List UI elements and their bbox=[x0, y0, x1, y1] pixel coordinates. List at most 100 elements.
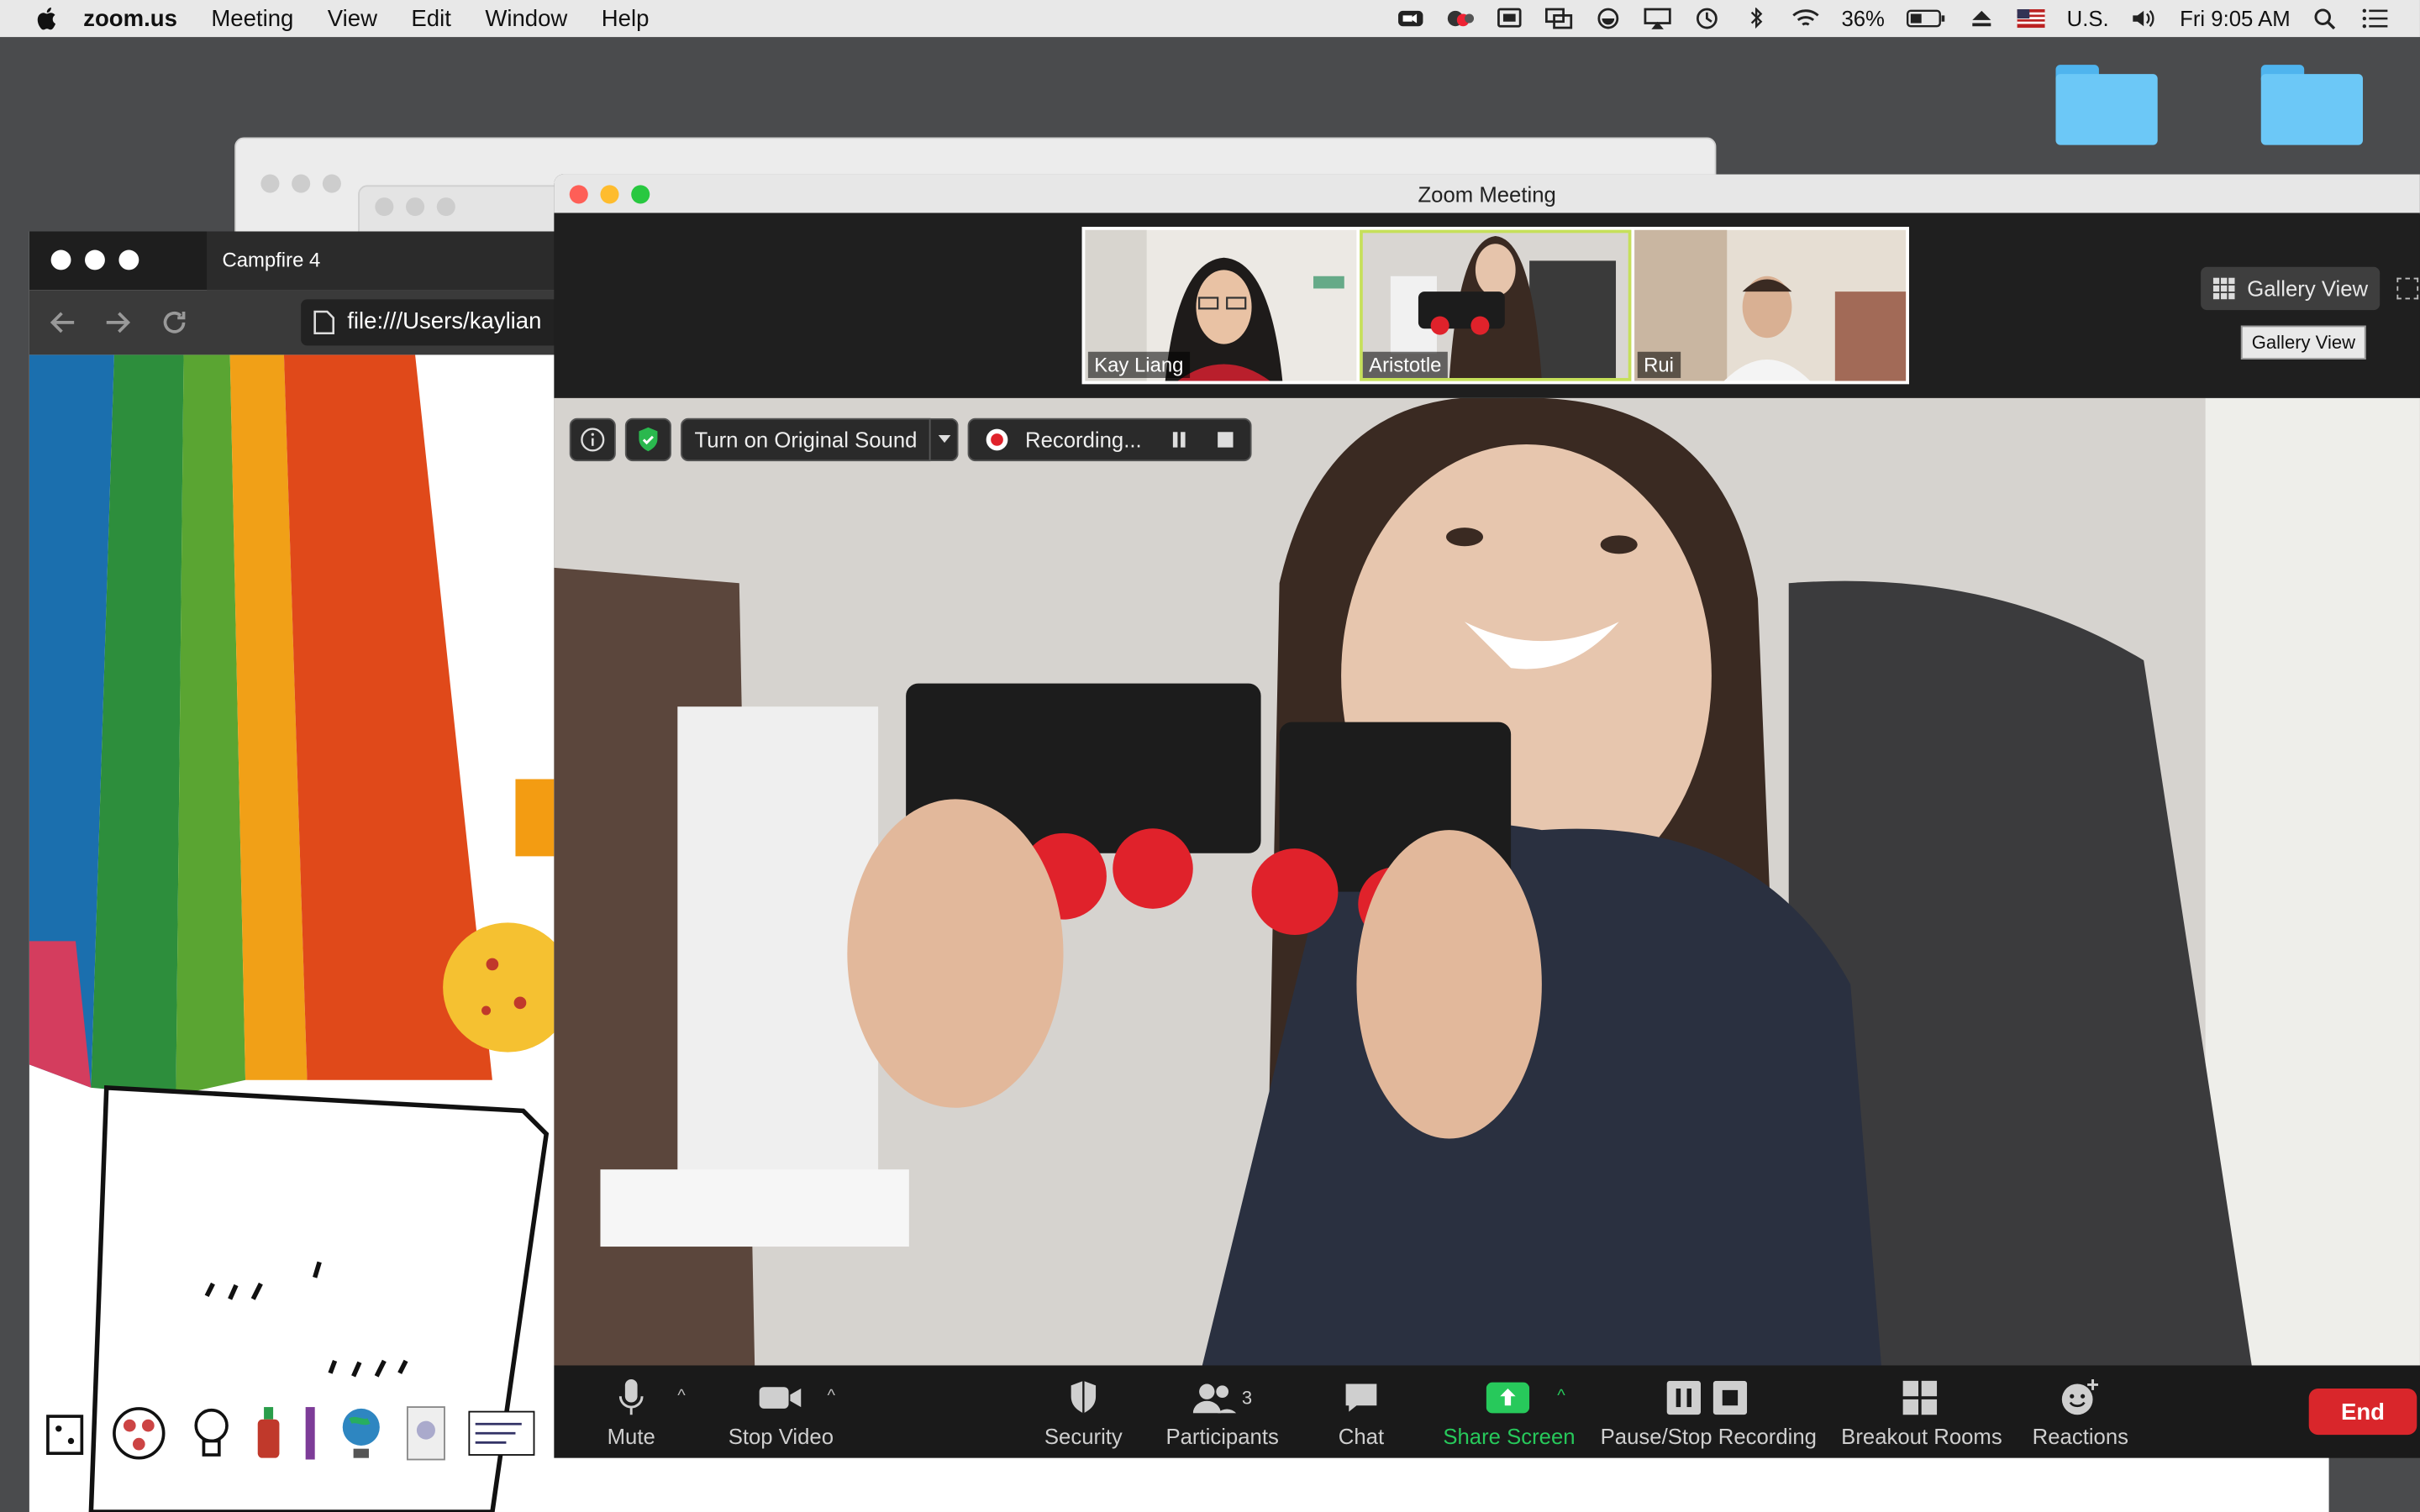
participant-name: Aristotle bbox=[1362, 351, 1448, 378]
menu-edit[interactable]: Edit bbox=[411, 5, 450, 31]
participant-thumbnail-rui[interactable]: Rui bbox=[1634, 229, 1907, 381]
eject-icon[interactable] bbox=[1968, 8, 1996, 29]
pause-stop-recording-label: Pause/Stop Recording bbox=[1600, 1424, 1817, 1449]
zoom-window: Zoom Meeting Kay Liang Aristotle Rui Gal… bbox=[554, 174, 2420, 1458]
clock[interactable]: Fri 9:05 AM bbox=[2180, 6, 2290, 30]
participants-count: 3 bbox=[1241, 1387, 1253, 1409]
pencil-sticker-icon[interactable] bbox=[304, 1405, 317, 1461]
spotlight-search-icon[interactable] bbox=[2312, 8, 2339, 29]
participant-strip: Kay Liang Aristotle Rui Gallery View Gal… bbox=[554, 213, 2420, 398]
shield-check-icon bbox=[639, 427, 658, 452]
note-sticker-icon[interactable] bbox=[468, 1410, 536, 1457]
gallery-view-label: Gallery View bbox=[2247, 276, 2369, 302]
airplay-icon[interactable] bbox=[1644, 8, 1671, 29]
bottle-sticker-icon[interactable] bbox=[255, 1405, 282, 1461]
menu-window[interactable]: Window bbox=[485, 5, 567, 31]
participant-thumbnail-aristotle[interactable]: Aristotle bbox=[1360, 229, 1632, 381]
screen-share-status-icon[interactable] bbox=[1496, 8, 1523, 29]
back-icon[interactable] bbox=[48, 307, 79, 339]
participants-button[interactable]: 3 Participants bbox=[1164, 1378, 1281, 1449]
apple-icon[interactable] bbox=[34, 5, 61, 33]
end-meeting-button[interactable]: End bbox=[2308, 1389, 2417, 1436]
stop-recording-icon[interactable] bbox=[1216, 430, 1234, 449]
window-controls[interactable] bbox=[375, 196, 467, 223]
globe-sticker-icon[interactable] bbox=[338, 1405, 384, 1461]
battery-icon[interactable] bbox=[1907, 8, 1947, 29]
reload-icon[interactable] bbox=[159, 307, 190, 339]
sticker-tray bbox=[45, 1404, 535, 1462]
stop-video-button[interactable]: Stop Video bbox=[723, 1378, 838, 1449]
meeting-info-button[interactable] bbox=[569, 417, 616, 462]
share-options-caret[interactable]: ^ bbox=[1557, 1387, 1565, 1405]
wheel-sticker-icon[interactable] bbox=[109, 1404, 168, 1462]
dice-icon[interactable] bbox=[45, 1407, 87, 1459]
pause-recording-icon[interactable] bbox=[1170, 430, 1188, 449]
breakout-rooms-button[interactable]: Breakout Rooms bbox=[1841, 1378, 2002, 1449]
original-sound-dropdown[interactable] bbox=[930, 417, 960, 462]
zoom-window-icon[interactable] bbox=[631, 185, 650, 204]
stop-icon bbox=[1712, 1380, 1748, 1415]
window-controls[interactable] bbox=[260, 173, 353, 201]
breakout-rooms-label: Breakout Rooms bbox=[1841, 1424, 2002, 1449]
thumbnail-row: Kay Liang Aristotle Rui bbox=[1081, 226, 1909, 385]
chat-label: Chat bbox=[1338, 1424, 1385, 1449]
card-sticker-icon[interactable] bbox=[406, 1405, 446, 1461]
wifi-icon[interactable] bbox=[1792, 8, 1820, 29]
mute-button[interactable]: Mute bbox=[600, 1378, 661, 1449]
video-camera-icon bbox=[759, 1387, 802, 1409]
volume-icon[interactable] bbox=[2130, 8, 2158, 29]
share-screen-icon bbox=[1486, 1382, 1530, 1414]
security-button[interactable]: Security bbox=[1037, 1378, 1129, 1449]
video-options-caret[interactable]: ^ bbox=[827, 1387, 834, 1405]
zoom-status-icon[interactable] bbox=[1397, 8, 1424, 29]
minimize-window-icon[interactable] bbox=[600, 185, 619, 204]
recording-status-icon[interactable] bbox=[1446, 8, 1475, 29]
input-source-label[interactable]: U.S. bbox=[2067, 6, 2109, 30]
notification-center-icon[interactable] bbox=[2361, 8, 2389, 29]
us-flag-icon[interactable] bbox=[2017, 8, 2045, 29]
reactions-button[interactable]: Reactions bbox=[2031, 1378, 2130, 1449]
lightbulb-sticker-icon[interactable] bbox=[190, 1405, 233, 1461]
menu-meeting[interactable]: Meeting bbox=[211, 5, 293, 31]
share-screen-label: Share Screen bbox=[1443, 1424, 1576, 1449]
focus-icon[interactable] bbox=[1595, 8, 1623, 29]
meeting-toolbar: Mute ^ Stop Video ^ Security 3 Participa… bbox=[554, 1365, 2420, 1458]
forward-icon[interactable] bbox=[102, 307, 133, 339]
desktop-folder-icon[interactable] bbox=[2260, 65, 2363, 145]
url-text: file:///Users/kaylian bbox=[347, 308, 542, 335]
main-video[interactable]: Turn on Original Sound Recording... bbox=[554, 397, 2420, 1366]
rainbow-drawing bbox=[29, 354, 573, 1512]
gallery-view-button[interactable]: Gallery View bbox=[2201, 266, 2381, 311]
window-controls[interactable] bbox=[50, 249, 139, 270]
breakout-rooms-icon bbox=[1902, 1380, 1938, 1415]
original-sound-button[interactable]: Turn on Original Sound bbox=[680, 417, 931, 462]
close-window-icon[interactable] bbox=[569, 185, 588, 204]
share-screen-button[interactable]: Share Screen bbox=[1443, 1378, 1576, 1449]
tab-title: Campfire 4 bbox=[222, 248, 321, 272]
pause-stop-recording-button[interactable]: Pause/Stop Recording bbox=[1600, 1378, 1817, 1449]
bluetooth-icon[interactable] bbox=[1743, 8, 1770, 29]
menu-help[interactable]: Help bbox=[602, 5, 650, 31]
desktop-folder-icon[interactable] bbox=[2055, 65, 2158, 145]
participants-label: Participants bbox=[1165, 1424, 1279, 1449]
menu-app-name[interactable]: zoom.us bbox=[83, 5, 177, 31]
audio-options-caret[interactable]: ^ bbox=[677, 1387, 685, 1405]
participant-name: Rui bbox=[1637, 351, 1681, 378]
menu-view[interactable]: View bbox=[328, 5, 377, 31]
fullscreen-icon[interactable] bbox=[2396, 277, 2419, 300]
participant-name: Kay Liang bbox=[1087, 351, 1190, 378]
battery-percent[interactable]: 36% bbox=[1841, 6, 1884, 30]
display-mirror-icon[interactable] bbox=[1545, 8, 1573, 29]
encryption-button[interactable] bbox=[624, 417, 671, 462]
chat-button[interactable]: Chat bbox=[1330, 1378, 1392, 1449]
reactions-emoji-icon bbox=[2061, 1379, 2098, 1415]
participant-thumbnail-kay[interactable]: Kay Liang bbox=[1085, 229, 1357, 381]
active-speaker-video bbox=[554, 397, 2420, 1366]
caret-down-icon bbox=[938, 434, 950, 444]
browser-tab[interactable]: Campfire 4 bbox=[207, 231, 593, 291]
time-machine-icon[interactable] bbox=[1693, 8, 1721, 29]
security-shield-icon bbox=[1071, 1380, 1097, 1414]
window-title: Zoom Meeting bbox=[1418, 181, 1556, 207]
gallery-grid-icon bbox=[2212, 277, 2235, 300]
security-label: Security bbox=[1044, 1424, 1123, 1449]
